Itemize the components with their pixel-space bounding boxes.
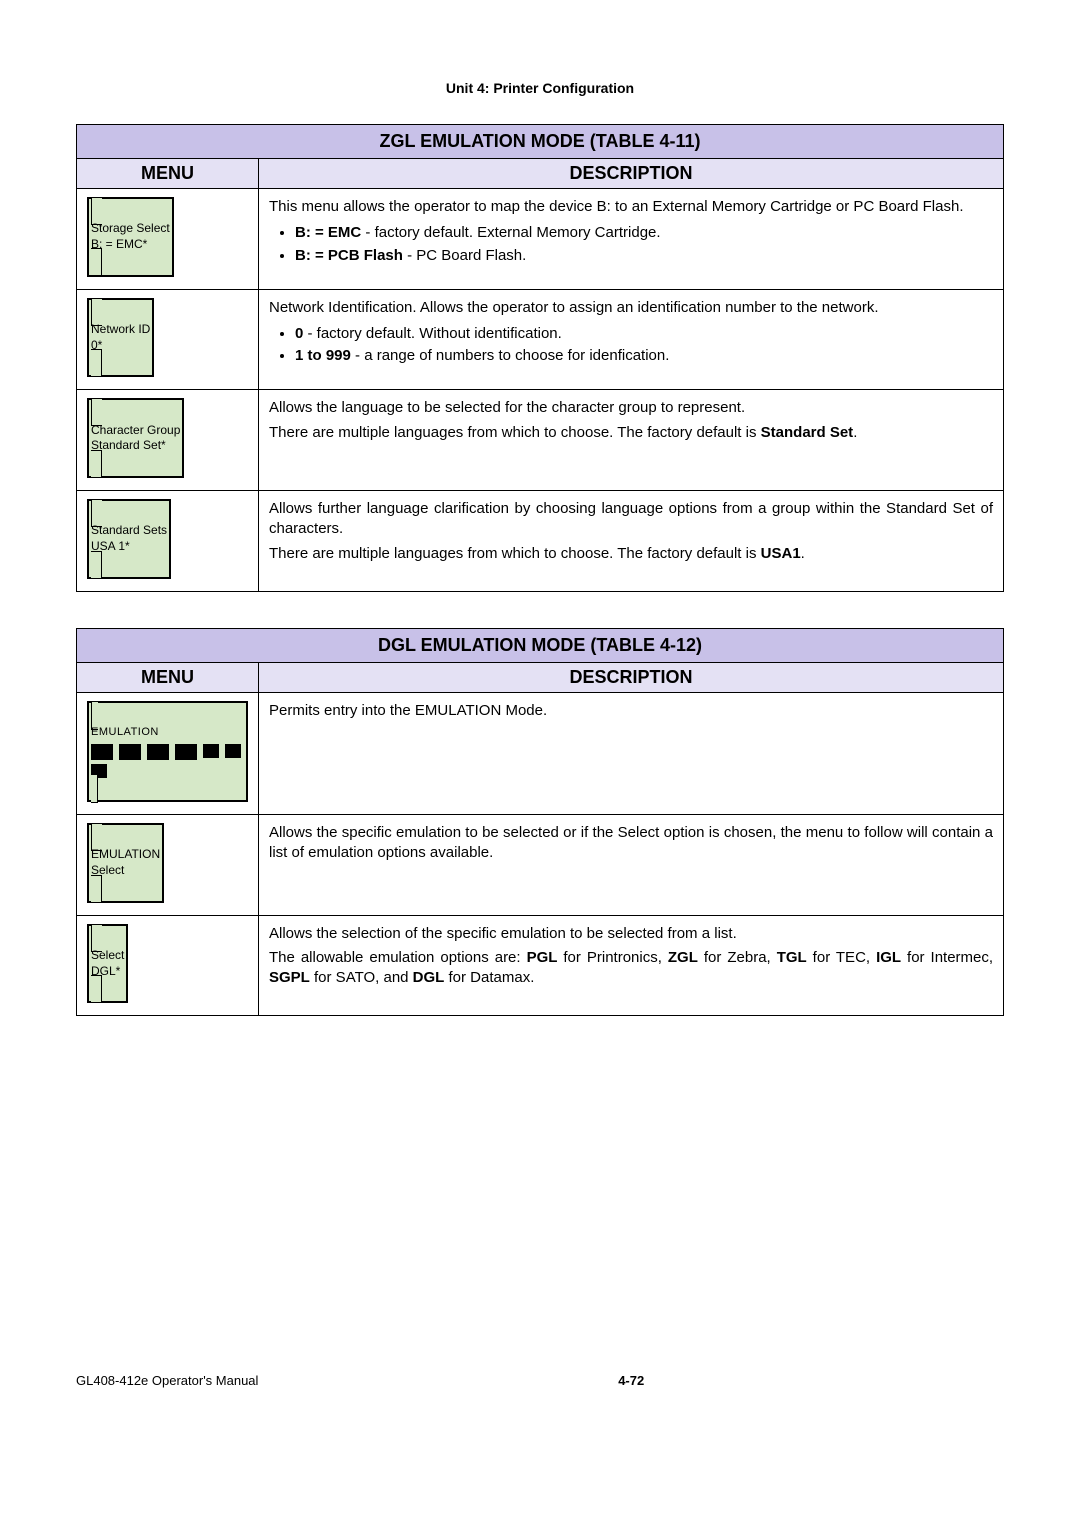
page-footer: GL408-412e Operator's Manual 4-72 <box>76 1373 1004 1388</box>
desc-bold: TGL <box>777 949 807 966</box>
desc-frag: for Zebra, <box>698 949 777 966</box>
desc-bold: Standard Set <box>761 424 854 441</box>
desc-text: Permits entry into the EMULATION Mode. <box>269 701 993 721</box>
desc-line2: There are multiple languages from which … <box>269 544 993 564</box>
table-row: EMULATION Permits entry int <box>77 692 1004 814</box>
table-row: Network ID 0* Network Identification. Al… <box>77 289 1004 390</box>
opt-text: - a range of numbers to choose for idenf… <box>351 347 670 364</box>
emulation-label: EMULATION <box>91 725 244 740</box>
desc-bold: SGPL <box>269 969 310 986</box>
menu-button: EMULATION <box>87 701 248 802</box>
unit-header: Unit 4: Printer Configuration <box>76 80 1004 96</box>
zgl-desc-head: DESCRIPTION <box>259 159 1004 189</box>
menu-button: EMULATION Select <box>87 823 164 903</box>
desc-frag: for TEC, <box>807 949 876 966</box>
emu-icon <box>91 764 107 778</box>
desc-bold: PGL <box>527 949 558 966</box>
desc-line1: Allows the selection of the specific emu… <box>269 924 993 944</box>
desc-options: B: = EMC - factory default. External Mem… <box>295 223 993 266</box>
menu-button: Storage Select B: = EMC* <box>87 197 174 277</box>
menu-line1: Standard Sets <box>91 523 167 539</box>
desc-line1: Allows further language clarification by… <box>269 499 993 540</box>
desc-bold: ZGL <box>668 949 698 966</box>
desc-frag: for Intermec, <box>901 949 993 966</box>
menu-line1: Character Group <box>91 423 180 439</box>
table-row: Character Group Standard Set* Allows the… <box>77 390 1004 491</box>
menu-line1: Storage Select <box>91 221 170 237</box>
menu-line2: DGL* <box>91 964 124 980</box>
footer-left: GL408-412e Operator's Manual <box>76 1373 258 1388</box>
desc-bold: DGL <box>413 969 445 986</box>
emu-icon <box>119 744 141 760</box>
dgl-menu-head: MENU <box>77 662 259 692</box>
menu-line1: EMULATION <box>91 847 160 863</box>
menu-button: Character Group Standard Set* <box>87 398 184 478</box>
menu-line2: 0* <box>91 338 150 354</box>
opt-bold: B: = EMC <box>295 224 361 241</box>
emu-icon <box>147 744 169 760</box>
menu-line2: Standard Set* <box>91 438 180 454</box>
zgl-menu-head: MENU <box>77 159 259 189</box>
menu-button: Standard Sets USA 1* <box>87 499 171 579</box>
zgl-table: ZGL EMULATION MODE (TABLE 4-11) MENU DES… <box>76 124 1004 592</box>
desc-bold: USA1 <box>761 545 801 562</box>
dgl-title: DGL EMULATION MODE (TABLE 4-12) <box>77 628 1004 662</box>
table-row: Standard Sets USA 1* Allows further lang… <box>77 491 1004 592</box>
emu-icon <box>225 744 241 758</box>
desc-frag: . <box>801 545 805 562</box>
desc-frag: for SATO, and <box>310 969 413 986</box>
desc-bold: IGL <box>876 949 901 966</box>
desc-line1: Allows the language to be selected for t… <box>269 398 993 418</box>
emu-icon <box>203 744 219 758</box>
menu-line2: B: = EMC* <box>91 237 170 253</box>
opt-bold: B: = PCB Flash <box>295 247 403 264</box>
desc-intro: Network Identification. Allows the opera… <box>269 298 993 318</box>
menu-button: Network ID 0* <box>87 298 154 378</box>
desc-frag: The allowable emulation options are: <box>269 949 527 966</box>
emulation-icons <box>91 744 244 778</box>
table-row: Select DGL* Allows the selection of the … <box>77 915 1004 1016</box>
opt-text: - factory default. External Memory Cartr… <box>361 224 660 241</box>
desc-frag: There are multiple languages from which … <box>269 424 761 441</box>
emu-icon <box>175 744 197 760</box>
desc-line2: There are multiple languages from which … <box>269 423 993 443</box>
menu-line2: USA 1* <box>91 539 167 555</box>
opt-text: - factory default. Without identificatio… <box>303 325 561 342</box>
desc-text: Allows the specific emulation to be sele… <box>269 823 993 864</box>
menu-button: Select DGL* <box>87 924 128 1004</box>
desc-frag: for Printronics, <box>557 949 667 966</box>
desc-frag: There are multiple languages from which … <box>269 545 761 562</box>
opt-bold: 1 to 999 <box>295 347 351 364</box>
opt-text: - PC Board Flash. <box>403 247 526 264</box>
table-row: EMULATION Select Allows the specific emu… <box>77 815 1004 916</box>
menu-line1: Select <box>91 948 124 964</box>
dgl-table: DGL EMULATION MODE (TABLE 4-12) MENU DES… <box>76 628 1004 1017</box>
zgl-title: ZGL EMULATION MODE (TABLE 4-11) <box>77 125 1004 159</box>
menu-line1: Network ID <box>91 322 150 338</box>
dgl-desc-head: DESCRIPTION <box>259 662 1004 692</box>
desc-line2: The allowable emulation options are: PGL… <box>269 948 993 989</box>
menu-line2: Select <box>91 863 160 879</box>
table-row: Storage Select B: = EMC* This menu allow… <box>77 189 1004 290</box>
desc-frag: . <box>853 424 857 441</box>
emu-icon <box>91 744 113 760</box>
desc-intro: This menu allows the operator to map the… <box>269 197 993 217</box>
desc-frag: for Datamax. <box>444 969 534 986</box>
desc-options: 0 - factory default. Without identificat… <box>295 324 993 367</box>
